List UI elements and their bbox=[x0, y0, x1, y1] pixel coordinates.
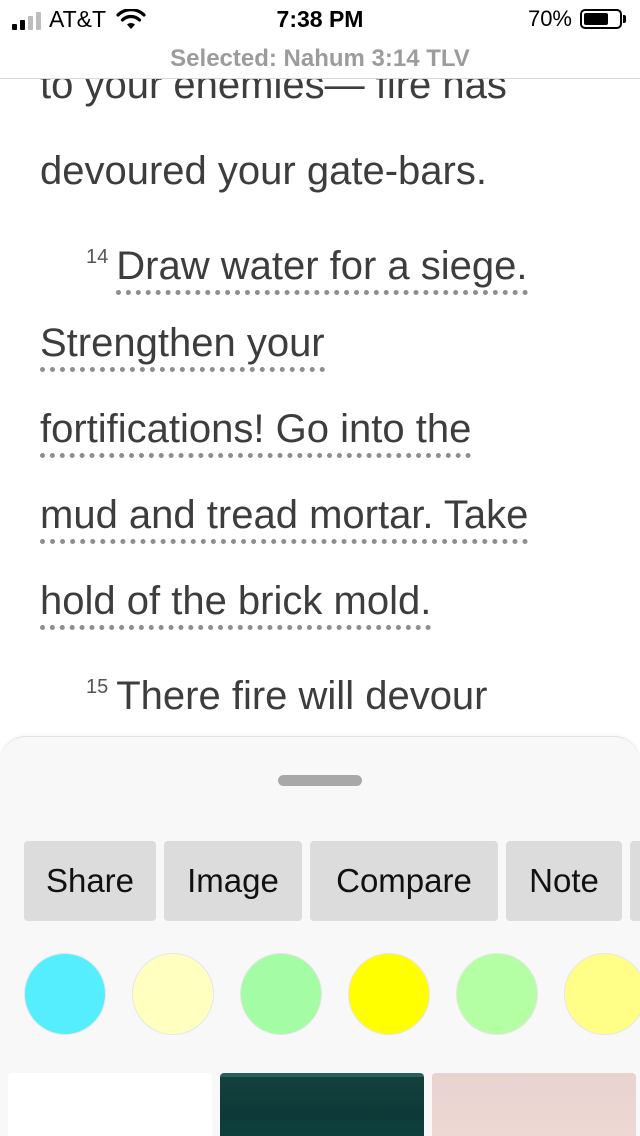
image-button[interactable]: Image bbox=[164, 841, 302, 921]
battery-icon bbox=[580, 9, 622, 29]
sheet-drag-handle[interactable] bbox=[278, 775, 362, 786]
selected-text[interactable]: mud and tread mortar. Take bbox=[40, 493, 529, 544]
selected-text[interactable]: Strengthen your bbox=[40, 321, 325, 372]
text-line[interactable]: to your enemies— fire has bbox=[40, 78, 620, 128]
image-thumbnail-teal[interactable] bbox=[220, 1073, 424, 1136]
reading-pane[interactable]: to your enemies— fire has devoured your … bbox=[40, 78, 620, 738]
status-bar: AT&T 7:38 PM 70% bbox=[0, 0, 640, 42]
highlight-color-swatch-6[interactable] bbox=[564, 953, 640, 1035]
status-right: 70% bbox=[528, 6, 626, 32]
compare-button[interactable]: Compare bbox=[310, 841, 498, 921]
bible-reader-screen: AT&T 7:38 PM 70% Selected: Nahum 3:14 TL… bbox=[0, 0, 640, 1136]
battery-percent: 70% bbox=[527, 6, 572, 31]
verse-actions-sheet: Share Image Compare Note bbox=[0, 736, 640, 1136]
selected-verse-header[interactable]: Selected: Nahum 3:14 TLV bbox=[0, 40, 640, 79]
text-line[interactable]: devoured your gate-bars. bbox=[40, 128, 620, 214]
highlight-color-swatch-2[interactable] bbox=[132, 953, 214, 1035]
selected-text[interactable]: Draw water for a siege. bbox=[116, 244, 528, 295]
battery-cap bbox=[623, 15, 626, 23]
share-button[interactable]: Share bbox=[24, 841, 156, 921]
highlight-color-swatch-1[interactable] bbox=[24, 953, 106, 1035]
action-buttons-row: Share Image Compare Note bbox=[24, 841, 640, 921]
image-thumbnail-pink[interactable] bbox=[432, 1073, 636, 1136]
verse-text: to your enemies— fire has devoured your … bbox=[40, 78, 620, 730]
highlight-colors-row bbox=[24, 953, 640, 1035]
verse-14-line[interactable]: Strengthen your bbox=[40, 300, 620, 386]
verse-text-line[interactable]: There fire will devour bbox=[116, 674, 487, 718]
highlight-color-swatch-5[interactable] bbox=[456, 953, 538, 1035]
verse-number: 15 bbox=[86, 676, 109, 698]
verse-15-line[interactable]: 15 There fire will devour bbox=[40, 644, 620, 730]
selected-text[interactable]: hold of the brick mold. bbox=[40, 579, 432, 630]
verse-number: 14 bbox=[86, 246, 109, 268]
verse-14-line[interactable]: 14 Draw water for a siege. bbox=[40, 214, 620, 300]
more-action-button[interactable] bbox=[630, 841, 640, 921]
note-button[interactable]: Note bbox=[506, 841, 622, 921]
verse-14-line[interactable]: hold of the brick mold. bbox=[40, 558, 620, 644]
verse-14-line[interactable]: fortifications! Go into the bbox=[40, 386, 620, 472]
verse-14-line[interactable]: mud and tread mortar. Take bbox=[40, 472, 620, 558]
highlight-color-swatch-4[interactable] bbox=[348, 953, 430, 1035]
image-thumbnails-row bbox=[8, 1073, 636, 1136]
image-thumbnail-white[interactable] bbox=[8, 1073, 212, 1136]
selected-text[interactable]: fortifications! Go into the bbox=[40, 407, 472, 458]
highlight-color-swatch-3[interactable] bbox=[240, 953, 322, 1035]
battery-level bbox=[584, 13, 608, 25]
